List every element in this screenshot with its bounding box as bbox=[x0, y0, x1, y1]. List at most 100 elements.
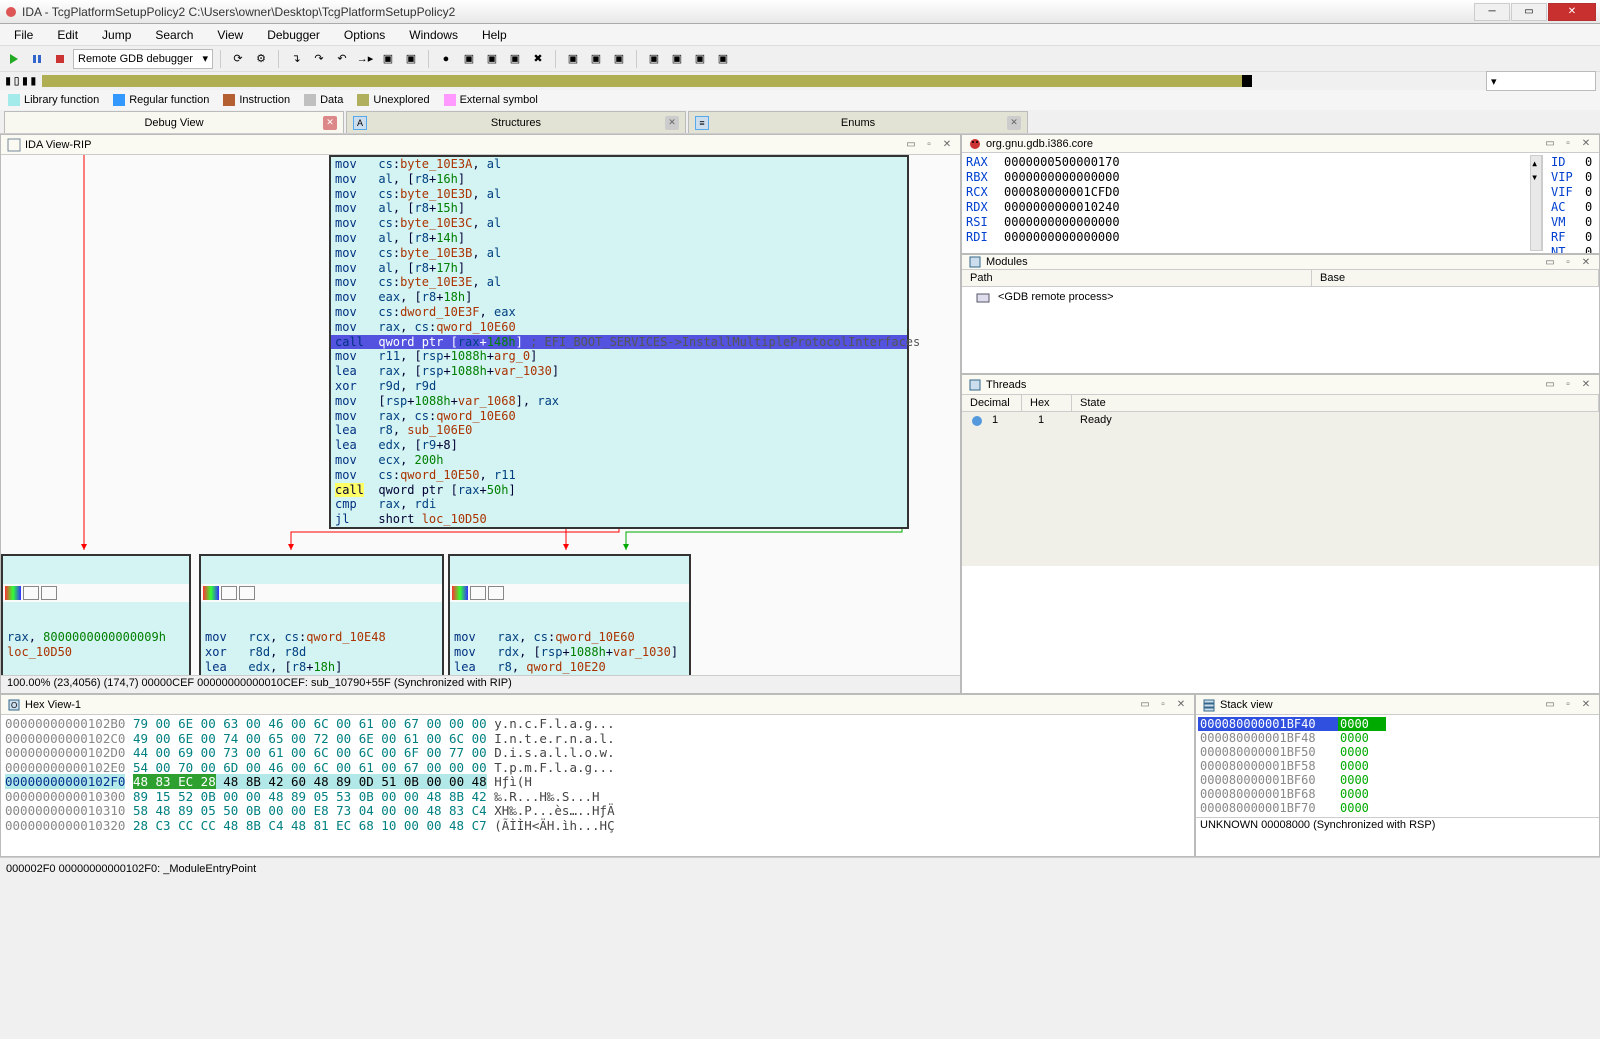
panel-close-button[interactable]: ✕ bbox=[1579, 698, 1593, 712]
panel-float-button[interactable]: ▫ bbox=[1561, 137, 1575, 151]
menu-jump[interactable]: Jump bbox=[92, 26, 141, 44]
toolbar-btn-7[interactable]: ▣ bbox=[563, 49, 583, 69]
step-over-button[interactable]: ↷ bbox=[309, 49, 329, 69]
modules-header-base[interactable]: Base bbox=[1312, 270, 1599, 286]
stop-button[interactable] bbox=[50, 49, 70, 69]
navband-segment-marker[interactable] bbox=[1242, 75, 1252, 87]
panel-close-button[interactable]: ✕ bbox=[1579, 137, 1593, 151]
close-button[interactable]: ✕ bbox=[1548, 3, 1596, 21]
modules-header-path[interactable]: Path bbox=[962, 270, 1312, 286]
modules-title: Modules bbox=[986, 256, 1028, 268]
toolbar-btn-8[interactable]: ▣ bbox=[586, 49, 606, 69]
panel-menu-button[interactable]: ▭ bbox=[1138, 698, 1152, 712]
menu-debugger[interactable]: Debugger bbox=[257, 26, 330, 44]
run-to-button[interactable]: →▸ bbox=[355, 49, 375, 69]
thread-decimal: 1 bbox=[984, 414, 1030, 564]
panel-menu-button[interactable]: ▭ bbox=[1543, 255, 1557, 269]
nav-marker-icon: ▮▯▮▮ bbox=[4, 73, 38, 89]
threads-header-state[interactable]: State bbox=[1072, 395, 1599, 411]
toolbar-settings[interactable]: ⚙ bbox=[251, 49, 271, 69]
thread-row[interactable]: 1 1 Ready bbox=[962, 412, 1599, 566]
step-into-button[interactable]: ↴ bbox=[286, 49, 306, 69]
graph-view[interactable]: mov cs:byte_10E3A, almov al, [r8+16h]mov… bbox=[1, 155, 960, 675]
minimize-button[interactable]: ─ bbox=[1474, 3, 1510, 21]
scrollbar[interactable]: ▴▾ bbox=[1530, 155, 1542, 251]
block-toolbar-icon bbox=[470, 586, 486, 600]
panel-float-button[interactable]: ▫ bbox=[1561, 255, 1575, 269]
menu-view[interactable]: View bbox=[207, 26, 253, 44]
breakpoint-button[interactable]: ● bbox=[436, 49, 456, 69]
panel-menu-button[interactable]: ▭ bbox=[1543, 378, 1557, 392]
panel-close-button[interactable]: ✕ bbox=[940, 138, 954, 152]
tab-label: Enums bbox=[841, 117, 875, 129]
toolbar-btn-12[interactable]: ▣ bbox=[690, 49, 710, 69]
panel-close-button[interactable]: ✕ bbox=[1174, 698, 1188, 712]
panel-float-button[interactable]: ▫ bbox=[1561, 698, 1575, 712]
panel-float-button[interactable]: ▫ bbox=[1561, 378, 1575, 392]
toolbar-btn-10[interactable]: ▣ bbox=[644, 49, 664, 69]
basic-block-right[interactable]: mov rax, cs:qword_10E60mov rdx, [rsp+108… bbox=[448, 554, 691, 675]
panel-float-button[interactable]: ▫ bbox=[1156, 698, 1170, 712]
toolbar-btn-11[interactable]: ▣ bbox=[667, 49, 687, 69]
modules-icon bbox=[968, 255, 982, 269]
block-toolbar-icon bbox=[221, 586, 237, 600]
threads-header-hex[interactable]: Hex bbox=[1022, 395, 1072, 411]
basic-block-main[interactable]: mov cs:byte_10E3A, almov al, [r8+16h]mov… bbox=[329, 155, 909, 529]
tab-close-icon[interactable]: ✕ bbox=[665, 116, 679, 130]
toolbar-btn-6[interactable]: ✖ bbox=[528, 49, 548, 69]
tab-enums[interactable]: ≡ Enums ✕ bbox=[688, 111, 1028, 133]
structures-icon: A bbox=[353, 116, 367, 130]
menu-search[interactable]: Search bbox=[145, 26, 203, 44]
panel-menu-button[interactable]: ▭ bbox=[904, 138, 918, 152]
panel-float-button[interactable]: ▫ bbox=[922, 138, 936, 152]
tab-structures[interactable]: A Structures ✕ bbox=[346, 111, 686, 133]
tab-close-icon[interactable]: ✕ bbox=[323, 116, 337, 130]
debugger-dropdown[interactable]: Remote GDB debugger▾ bbox=[73, 49, 213, 69]
menu-bar: File Edit Jump Search View Debugger Opti… bbox=[0, 24, 1600, 46]
debugger-dropdown-label: Remote GDB debugger bbox=[78, 53, 193, 65]
toolbar-refresh[interactable]: ⟳ bbox=[228, 49, 248, 69]
toolbar-btn-4[interactable]: ▣ bbox=[482, 49, 502, 69]
ida-view-title-bar: IDA View-RIP ▭ ▫ ✕ bbox=[1, 135, 960, 155]
stack-view-title: Stack view bbox=[1220, 699, 1273, 711]
threads-title: Threads bbox=[986, 379, 1026, 391]
threads-header-decimal[interactable]: Decimal bbox=[962, 395, 1022, 411]
run-button[interactable] bbox=[4, 49, 24, 69]
block-toolbar-icon bbox=[41, 586, 57, 600]
toolbar-btn-1[interactable]: ▣ bbox=[378, 49, 398, 69]
basic-block-left[interactable]: rax, 8000000000000009hloc_10D50 bbox=[1, 554, 191, 675]
menu-windows[interactable]: Windows bbox=[399, 26, 468, 44]
enums-icon: ≡ bbox=[695, 116, 709, 130]
legend-item: Library function bbox=[8, 94, 99, 106]
navband-zoom-dropdown[interactable]: ▾ bbox=[1486, 71, 1596, 91]
maximize-button[interactable]: ▭ bbox=[1511, 3, 1547, 21]
pause-button[interactable] bbox=[27, 49, 47, 69]
tab-debug-view[interactable]: Debug View ✕ bbox=[4, 111, 344, 133]
legend-item: Unexplored bbox=[357, 94, 429, 106]
basic-block-mid[interactable]: mov rcx, cs:qword_10E48xor r8d, r8dlea e… bbox=[199, 554, 444, 675]
toolbar-btn-2[interactable]: ▣ bbox=[401, 49, 421, 69]
hex-view-title: Hex View-1 bbox=[25, 699, 81, 711]
stack-view[interactable]: 000080000001BF400000000080000001BF480000… bbox=[1196, 715, 1599, 817]
menu-help[interactable]: Help bbox=[472, 26, 517, 44]
menu-edit[interactable]: Edit bbox=[47, 26, 88, 44]
toolbar-btn-3[interactable]: ▣ bbox=[459, 49, 479, 69]
toolbar-btn-5[interactable]: ▣ bbox=[505, 49, 525, 69]
toolbar-btn-13[interactable]: ▣ bbox=[713, 49, 733, 69]
panel-close-button[interactable]: ✕ bbox=[1579, 255, 1593, 269]
status-text: 000002F0 00000000000102F0: _ModuleEntryP… bbox=[6, 863, 256, 875]
registers-title: org.gnu.gdb.i386.core bbox=[986, 138, 1093, 150]
step-out-button[interactable]: ↶ bbox=[332, 49, 352, 69]
toolbar-btn-9[interactable]: ▣ bbox=[609, 49, 629, 69]
menu-file[interactable]: File bbox=[4, 26, 43, 44]
tab-close-icon[interactable]: ✕ bbox=[1007, 116, 1021, 130]
block-toolbar-icon bbox=[203, 586, 219, 600]
panel-close-button[interactable]: ✕ bbox=[1579, 378, 1593, 392]
menu-options[interactable]: Options bbox=[334, 26, 395, 44]
graph-icon bbox=[7, 138, 21, 152]
navband-segment[interactable] bbox=[42, 75, 1242, 87]
panel-menu-button[interactable]: ▭ bbox=[1543, 137, 1557, 151]
panel-menu-button[interactable]: ▭ bbox=[1543, 698, 1557, 712]
hex-view[interactable]: 00000000000102B0 79 00 6E 00 63 00 46 00… bbox=[1, 715, 1194, 835]
navigation-band[interactable]: ▮▯▮▮ ▾ bbox=[0, 72, 1600, 90]
